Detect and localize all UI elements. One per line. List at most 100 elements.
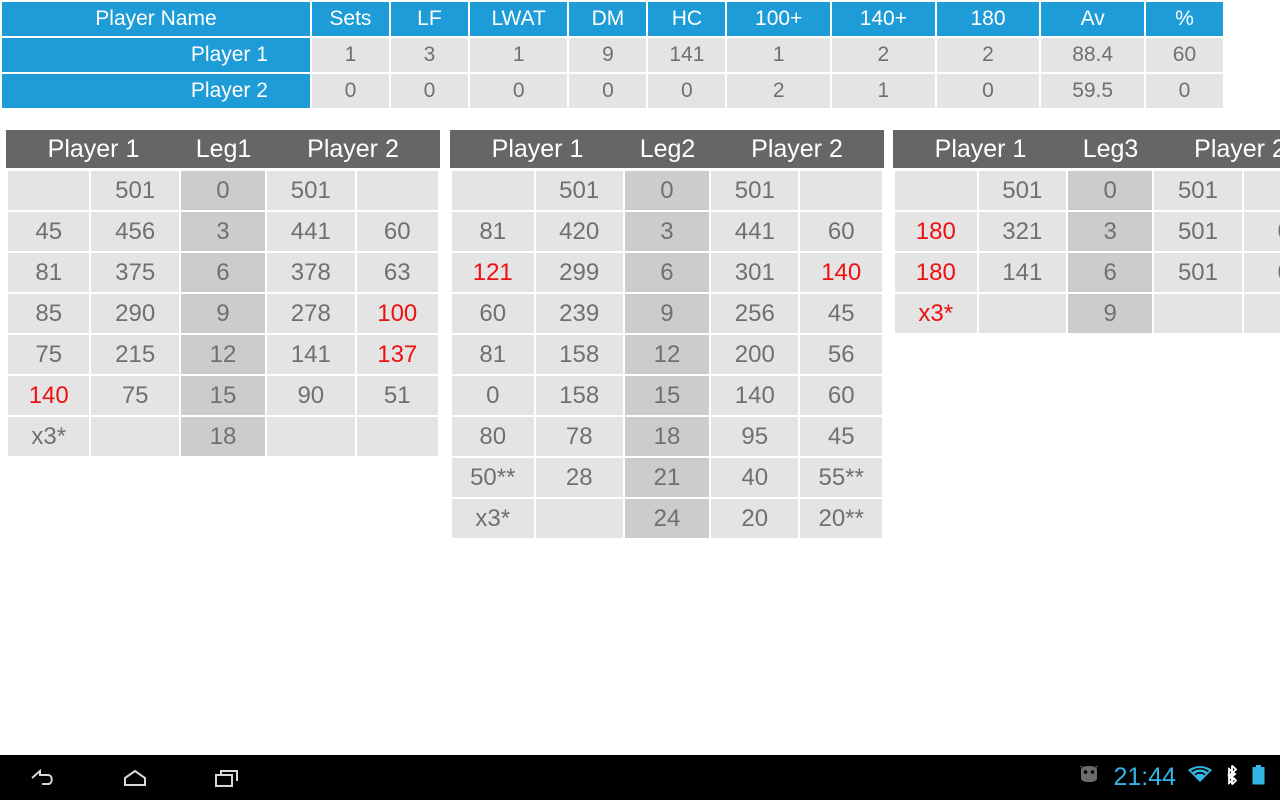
p1-remaining-cell <box>978 294 1067 333</box>
p1-remaining-cell: 501 <box>535 171 623 210</box>
leg-score-row[interactable]: x3* 18 <box>8 417 438 456</box>
darts-thrown-cell: 9 <box>180 294 266 333</box>
leg-score-row[interactable]: 0 158 15 140 60 <box>452 376 882 415</box>
leg-score-row[interactable]: 50** 28 21 40 55** <box>452 458 882 497</box>
leg-score-row[interactable]: 45 456 3 441 60 <box>8 212 438 251</box>
leg-score-row[interactable]: x3* 9 <box>895 294 1280 333</box>
p1-throw-cell <box>8 171 90 210</box>
p1-remaining-cell: 290 <box>91 294 179 333</box>
recent-apps-icon[interactable] <box>208 763 246 793</box>
leg-score-row[interactable]: 501 0 501 <box>895 171 1280 210</box>
p1-throw-cell: x3* <box>452 499 534 538</box>
home-icon[interactable] <box>116 763 154 793</box>
p1-remaining-cell: 420 <box>535 212 623 251</box>
p2-throw-cell: 63 <box>356 253 438 292</box>
leg-score-row[interactable]: 18032135010 <box>895 212 1280 251</box>
leg-score-row[interactable]: 85 290 9 278 100 <box>8 294 438 333</box>
p1-throw-cell: 81 <box>8 253 90 292</box>
leg-score-row[interactable]: 75 215 12 141 137 <box>8 335 438 374</box>
back-arrow-icon[interactable] <box>24 763 62 793</box>
leg-score-row[interactable]: 81 158 12 200 56 <box>452 335 882 374</box>
darts-thrown-cell: 3 <box>1068 212 1153 251</box>
p1-remaining-cell <box>91 417 179 456</box>
stats-col-dm: DM <box>569 2 647 36</box>
system-status-icons: 21:44 <box>1076 763 1280 792</box>
leg-header: Player 1 Leg3 Player 2 <box>893 130 1280 168</box>
player-stats-table: Player Name Sets LF LWAT DM HC 100+ 140+… <box>0 0 1225 110</box>
stats-row-player1[interactable]: Player 1 1 3 1 9 141 1 2 2 88.4 60 <box>2 38 1223 72</box>
stats-cell-180: 0 <box>936 74 1040 108</box>
leg-tables-container: Player 1 Leg1 Player 2 501 0 501 45 456 3 441 60 81… <box>0 130 1280 570</box>
stats-cell-percent: 0 <box>1145 74 1223 108</box>
p2-remaining-cell: 90 <box>267 376 355 415</box>
p1-throw-cell: 140 <box>8 376 90 415</box>
p1-throw-cell: 121 <box>452 253 534 292</box>
stats-cell-100plus: 2 <box>727 74 831 108</box>
p2-throw-cell: 140 <box>800 253 882 292</box>
darts-thrown-cell: 15 <box>624 376 710 415</box>
stats-cell-lwat: 0 <box>469 74 568 108</box>
p2-throw-cell: 45 <box>800 417 882 456</box>
p2-remaining-cell: 441 <box>267 212 355 251</box>
stats-cell-sets: 0 <box>311 74 389 108</box>
stats-cell-dm: 0 <box>569 74 647 108</box>
p2-remaining-cell <box>267 417 355 456</box>
p1-throw-cell: 75 <box>8 335 90 374</box>
darts-thrown-cell: 12 <box>180 335 266 374</box>
p1-throw-cell: 45 <box>8 212 90 251</box>
leg-score-row[interactable]: 80 78 18 95 45 <box>452 417 882 456</box>
p2-remaining-cell: 140 <box>711 376 799 415</box>
leg-score-row[interactable]: 501 0 501 <box>452 171 882 210</box>
android-navigation-bar: 21:44 <box>0 755 1280 800</box>
leg-score-row[interactable]: 81 420 3 441 60 <box>452 212 882 251</box>
leg-score-row[interactable]: 501 0 501 <box>8 171 438 210</box>
leg-scores-table: 501 0 501 81 420 3 441 60 121 299 6 301 140 60 239 9 256… <box>450 169 884 540</box>
p2-remaining-cell: 501 <box>1154 253 1242 292</box>
stats-col-lf: LF <box>390 2 468 36</box>
p2-throw-cell: 60 <box>800 376 882 415</box>
leg-score-row[interactable]: x3* 24 20 20** <box>452 499 882 538</box>
p1-throw-cell: 180 <box>895 253 977 292</box>
p2-remaining-cell: 40 <box>711 458 799 497</box>
darts-thrown-cell: 6 <box>1068 253 1153 292</box>
leg-header-label: Leg1 <box>195 135 252 163</box>
leg-score-row[interactable]: 18014165010 <box>895 253 1280 292</box>
p2-throw-cell <box>1243 294 1280 333</box>
darts-thrown-cell: 0 <box>624 171 710 210</box>
leg-header: Player 1 Leg2 Player 2 <box>450 130 884 168</box>
leg-header: Player 1 Leg1 Player 2 <box>6 130 440 168</box>
player-stats-panel: Player Name Sets LF LWAT DM HC 100+ 140+… <box>0 0 1280 110</box>
leg-header-label: Leg2 <box>639 135 696 163</box>
p2-throw-cell: 0 <box>1243 212 1280 251</box>
p1-throw-cell <box>452 171 534 210</box>
stats-cell-hc: 0 <box>648 74 726 108</box>
leg-scores-table: 50105011803213501018014165010x3*9 <box>893 169 1280 335</box>
p1-remaining-cell: 75 <box>91 376 179 415</box>
darts-thrown-cell: 12 <box>624 335 710 374</box>
leg-score-row[interactable]: 81 375 6 378 63 <box>8 253 438 292</box>
darts-thrown-cell: 3 <box>624 212 710 251</box>
stats-cell-180: 2 <box>936 38 1040 72</box>
stats-col-hc: HC <box>648 2 726 36</box>
darts-thrown-cell: 0 <box>1068 171 1153 210</box>
p2-throw-cell <box>1243 171 1280 210</box>
leg-table-1: Player 1 Leg1 Player 2 501 0 501 45 456 3 441 60 81… <box>6 130 440 458</box>
p1-remaining-cell: 321 <box>978 212 1067 251</box>
wifi-icon <box>1187 765 1213 790</box>
p2-remaining-cell: 501 <box>1154 212 1242 251</box>
stats-col-180: 180 <box>936 2 1040 36</box>
p1-throw-cell: 50** <box>452 458 534 497</box>
p1-remaining-cell: 141 <box>978 253 1067 292</box>
leg-score-row[interactable]: 121 299 6 301 140 <box>452 253 882 292</box>
leg-score-row[interactable]: 60 239 9 256 45 <box>452 294 882 333</box>
android-robot-icon <box>1076 763 1102 789</box>
p2-throw-cell <box>800 171 882 210</box>
leg-header-player2: Player 2 <box>751 135 843 163</box>
p1-remaining-cell <box>535 499 623 538</box>
leg-score-row[interactable]: 140 75 15 90 51 <box>8 376 438 415</box>
p1-remaining-cell: 239 <box>535 294 623 333</box>
stats-cell-percent: 60 <box>1145 38 1223 72</box>
p1-throw-cell: 81 <box>452 335 534 374</box>
stats-row-player2[interactable]: Player 2 0 0 0 0 0 2 1 0 59.5 0 <box>2 74 1223 108</box>
stats-player-name: Player 2 <box>2 74 310 108</box>
